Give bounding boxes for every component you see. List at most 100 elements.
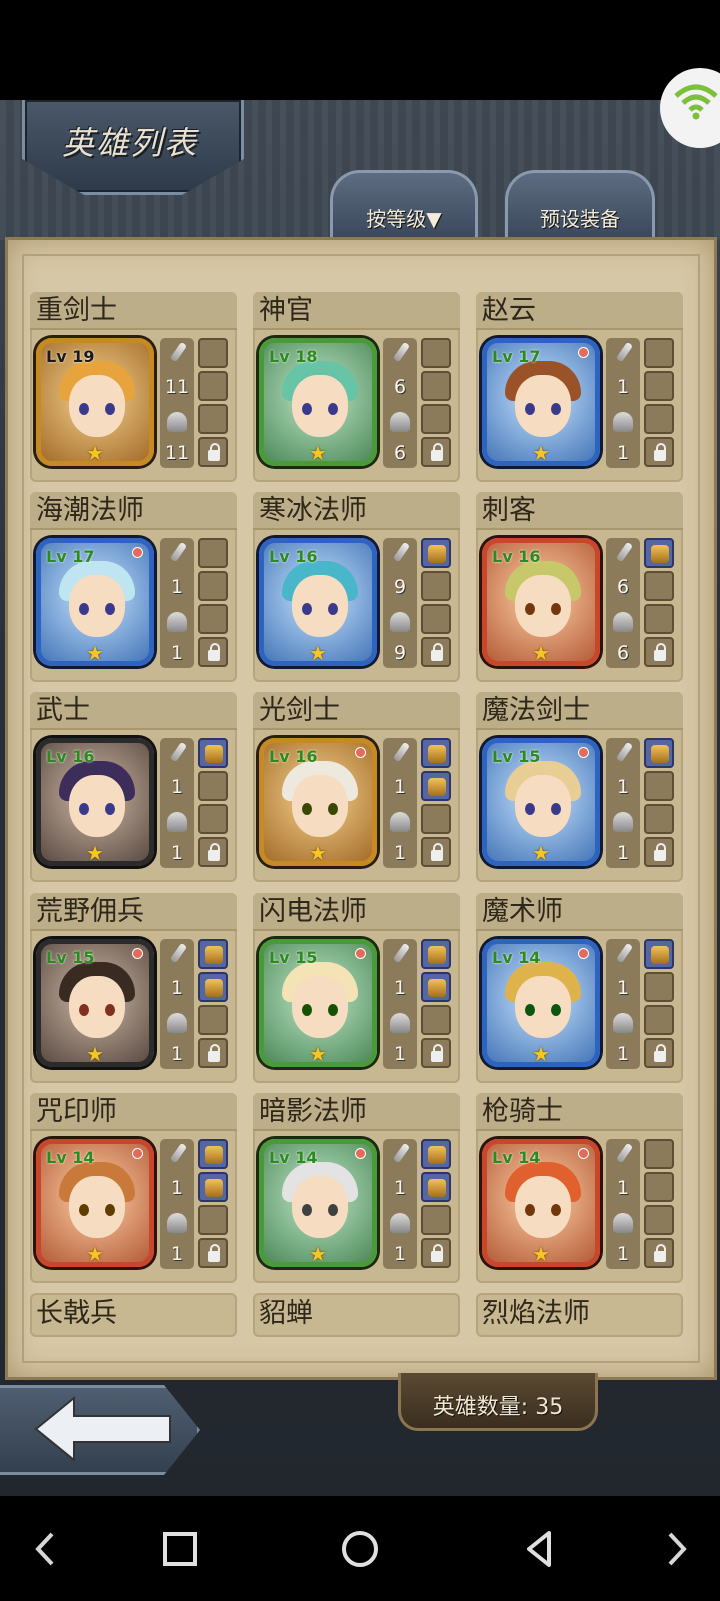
hero-card[interactable]: 神官 Lv 18 ★ 6 6 <box>253 292 460 482</box>
lock-icon[interactable] <box>421 437 451 467</box>
hero-card[interactable]: 魔术师 Lv 14 ★ 1 1 <box>476 893 683 1083</box>
lock-icon[interactable] <box>198 437 228 467</box>
equip-slot[interactable] <box>644 1172 674 1202</box>
equip-slot[interactable] <box>644 1205 674 1235</box>
hero-card[interactable]: 荒野佣兵 Lv 15 ★ 1 1 <box>30 893 237 1083</box>
hero-card[interactable]: 闪电法师 Lv 15 ★ 1 1 <box>253 893 460 1083</box>
equipment-item-icon[interactable] <box>421 771 451 801</box>
hero-portrait[interactable]: Lv 14 ★ <box>259 1139 377 1267</box>
equipment-item-icon[interactable] <box>644 538 674 568</box>
equip-slot[interactable] <box>644 371 674 401</box>
equip-slot[interactable] <box>421 1005 451 1035</box>
equip-slot[interactable] <box>421 371 451 401</box>
lock-icon[interactable] <box>421 1038 451 1068</box>
hero-card[interactable]: 重剑士 Lv 19 ★ 11 11 <box>30 292 237 482</box>
equip-slot[interactable] <box>421 404 451 434</box>
hero-card[interactable]: 光剑士 Lv 16 ★ 1 1 <box>253 692 460 882</box>
equip-slot[interactable] <box>198 538 228 568</box>
lock-icon[interactable] <box>421 837 451 867</box>
hero-portrait[interactable]: Lv 16 ★ <box>259 738 377 866</box>
equipment-item-icon[interactable] <box>198 1172 228 1202</box>
lock-icon[interactable] <box>198 837 228 867</box>
equip-slot[interactable] <box>644 804 674 834</box>
lock-icon[interactable] <box>644 437 674 467</box>
lock-icon[interactable] <box>644 837 674 867</box>
lock-icon[interactable] <box>198 637 228 667</box>
equip-slot[interactable] <box>198 1205 228 1235</box>
equipment-item-icon[interactable] <box>421 538 451 568</box>
back-triangle-icon[interactable] <box>515 1524 565 1574</box>
lock-icon[interactable] <box>421 637 451 667</box>
equipment-item-icon[interactable] <box>421 1139 451 1169</box>
equipment-item-icon[interactable] <box>198 1139 228 1169</box>
lock-icon[interactable] <box>198 1038 228 1068</box>
hero-portrait[interactable]: Lv 18 ★ <box>259 338 377 466</box>
hero-card[interactable]: 海潮法师 Lv 17 ★ 1 1 <box>30 492 237 682</box>
hero-portrait[interactable]: Lv 15 ★ <box>482 738 600 866</box>
hero-card[interactable]: 武士 Lv 16 ★ 1 1 <box>30 692 237 882</box>
equip-slot[interactable] <box>644 571 674 601</box>
equip-slot[interactable] <box>421 338 451 368</box>
equipment-item-icon[interactable] <box>644 738 674 768</box>
lock-icon[interactable] <box>644 637 674 667</box>
hero-card[interactable]: 赵云 Lv 17 ★ 1 1 <box>476 292 683 482</box>
recent-apps-icon[interactable] <box>155 1524 205 1574</box>
equip-slot[interactable] <box>644 404 674 434</box>
equipment-item-icon[interactable] <box>198 738 228 768</box>
hero-card[interactable]: 刺客 Lv 16 ★ 6 6 <box>476 492 683 682</box>
hero-portrait[interactable]: Lv 15 ★ <box>36 939 154 1067</box>
equip-slot[interactable] <box>644 1005 674 1035</box>
chevron-left-icon[interactable] <box>20 1524 70 1574</box>
hero-card-partial[interactable]: 烈焰法师 <box>476 1293 683 1337</box>
hero-card[interactable]: 魔法剑士 Lv 15 ★ 1 1 <box>476 692 683 882</box>
equipment-item-icon[interactable] <box>421 972 451 1002</box>
hero-portrait[interactable]: Lv 14 ★ <box>36 1139 154 1267</box>
equipment-item-icon[interactable] <box>198 972 228 1002</box>
hero-portrait[interactable]: Lv 14 ★ <box>482 1139 600 1267</box>
equipment-item-icon[interactable] <box>421 738 451 768</box>
equip-slot[interactable] <box>421 804 451 834</box>
hero-card[interactable]: 咒印师 Lv 14 ★ 1 1 <box>30 1093 237 1283</box>
equip-slot[interactable] <box>198 804 228 834</box>
equip-slot[interactable] <box>421 604 451 634</box>
equip-slot[interactable] <box>198 571 228 601</box>
equipment-item-icon[interactable] <box>421 1172 451 1202</box>
equip-slot[interactable] <box>198 338 228 368</box>
equip-slot[interactable] <box>198 771 228 801</box>
hero-portrait[interactable]: Lv 16 ★ <box>259 538 377 666</box>
equipment-item-icon[interactable] <box>644 939 674 969</box>
hero-card-partial[interactable]: 貂蝉 <box>253 1293 460 1337</box>
hero-portrait[interactable]: Lv 16 ★ <box>36 738 154 866</box>
equip-slot[interactable] <box>644 972 674 1002</box>
hero-card-partial[interactable]: 长戟兵 <box>30 1293 237 1337</box>
home-icon[interactable] <box>335 1524 385 1574</box>
sort-by-level-tab[interactable]: 按等级▼ <box>330 170 478 240</box>
equip-slot[interactable] <box>198 604 228 634</box>
lock-icon[interactable] <box>421 1238 451 1268</box>
hero-portrait[interactable]: Lv 19 ★ <box>36 338 154 466</box>
equip-slot[interactable] <box>644 338 674 368</box>
lock-icon[interactable] <box>644 1038 674 1068</box>
hero-portrait[interactable]: Lv 15 ★ <box>259 939 377 1067</box>
lock-icon[interactable] <box>644 1238 674 1268</box>
equip-slot[interactable] <box>421 1205 451 1235</box>
equip-slot[interactable] <box>198 371 228 401</box>
hero-portrait[interactable]: Lv 14 ★ <box>482 939 600 1067</box>
chevron-right-icon[interactable] <box>652 1524 702 1574</box>
equip-slot[interactable] <box>198 404 228 434</box>
equip-slot[interactable] <box>644 1139 674 1169</box>
equipment-item-icon[interactable] <box>421 939 451 969</box>
equip-slot[interactable] <box>644 771 674 801</box>
hero-card[interactable]: 暗影法师 Lv 14 ★ 1 1 <box>253 1093 460 1283</box>
lock-icon[interactable] <box>198 1238 228 1268</box>
equip-slot[interactable] <box>421 571 451 601</box>
equip-slot[interactable] <box>644 604 674 634</box>
hero-portrait[interactable]: Lv 17 ★ <box>482 338 600 466</box>
equipment-item-icon[interactable] <box>198 939 228 969</box>
hero-portrait[interactable]: Lv 16 ★ <box>482 538 600 666</box>
preset-equipment-tab[interactable]: 预设装备 <box>505 170 655 240</box>
hero-card[interactable]: 寒冰法师 Lv 16 ★ 9 9 <box>253 492 460 682</box>
hero-card[interactable]: 枪骑士 Lv 14 ★ 1 1 <box>476 1093 683 1283</box>
hero-portrait[interactable]: Lv 17 ★ <box>36 538 154 666</box>
equip-slot[interactable] <box>198 1005 228 1035</box>
